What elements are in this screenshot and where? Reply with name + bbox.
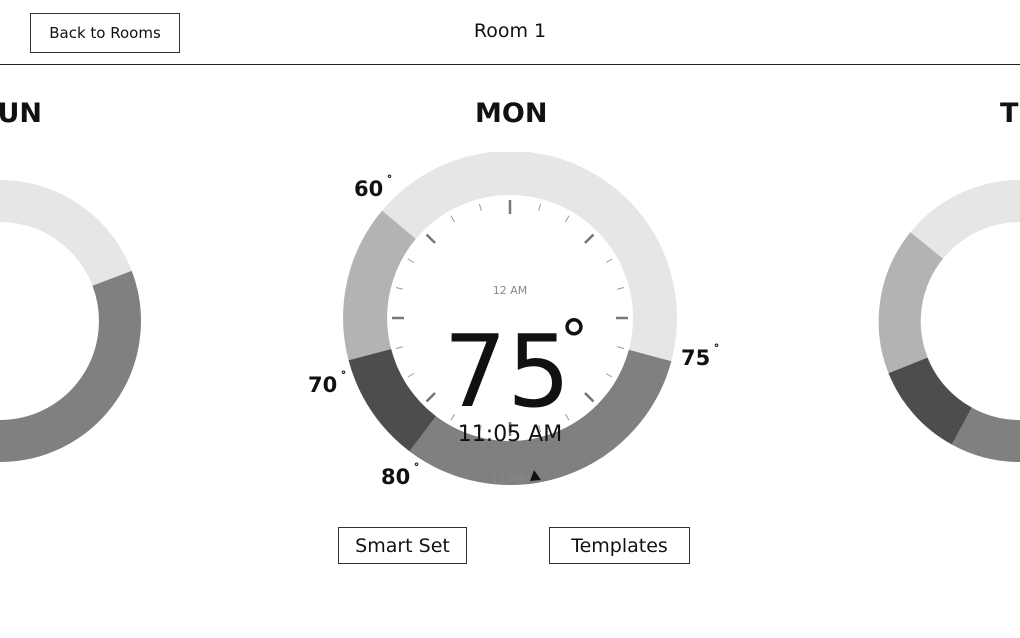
next-ring-segment-mid — [951, 407, 1020, 463]
dial-tick — [584, 392, 595, 403]
page-title: Room 1 — [473, 20, 547, 42]
setpoint-label-60[interactable]: 60 ˚ — [354, 175, 393, 201]
prev-ring-segment-mid — [0, 270, 141, 462]
next-ring-segment-dark — [888, 356, 973, 445]
next-ring-segment-medium — [878, 232, 944, 374]
day-carousel: SUN MON 12 AM 12 PM 75 ° 11:05 AM 60˚ 75… — [0, 66, 1020, 638]
degree-70: ˚ — [340, 371, 347, 386]
dial-tick — [425, 233, 436, 244]
dial-tick — [605, 373, 613, 378]
dial-tick — [617, 346, 625, 350]
degree-60: ˚ — [386, 175, 393, 190]
smart-set-button[interactable]: Smart Set — [338, 527, 467, 564]
setpoint-label-75[interactable]: 75 ˚ — [681, 344, 720, 370]
dial-tick — [425, 392, 436, 403]
day-label-current: MON — [475, 98, 548, 129]
dial-tick — [617, 286, 625, 290]
dial-tick — [407, 258, 415, 263]
dial-tick — [478, 203, 482, 211]
day-label-prev[interactable]: SUN — [0, 98, 42, 129]
degree-75: ˚ — [713, 344, 720, 359]
dial-tick — [407, 373, 415, 378]
templates-button[interactable]: Templates — [549, 527, 690, 564]
dial-tick — [395, 286, 403, 290]
dial-label-12pm: 12 PM — [491, 473, 525, 486]
dial-tick — [584, 233, 595, 244]
prev-day-dial[interactable] — [0, 161, 160, 481]
setpoint-value-70: 70 — [308, 373, 338, 397]
current-temperature-degree: ° — [560, 309, 588, 374]
dial-label-12am: 12 AM — [493, 284, 528, 297]
dial-tick — [605, 258, 613, 263]
dial-tick — [450, 215, 455, 223]
thermostat-dial[interactable]: 12 AM 12 PM 75 ° 11:05 AM — [340, 152, 680, 492]
setpoint-value-75: 75 — [681, 346, 711, 370]
current-time: 11:05 AM — [458, 422, 562, 447]
top-bar: Back to Rooms Room 1 — [0, 0, 1020, 65]
degree-80: ˚ — [413, 463, 420, 478]
dial-tick — [565, 215, 570, 223]
dial-tick — [538, 203, 542, 211]
next-day-dial[interactable] — [860, 161, 1020, 481]
day-label-next[interactable]: TUE — [1000, 98, 1020, 129]
dial-tick — [395, 346, 403, 350]
dial-segment-60 — [343, 210, 417, 361]
current-temperature: 75 — [443, 313, 570, 430]
setpoint-label-70[interactable]: 70 ˚ — [308, 371, 347, 397]
setpoint-value-80: 80 — [381, 465, 411, 489]
setpoint-label-80[interactable]: 80 ˚ — [381, 463, 420, 489]
setpoint-value-60: 60 — [354, 177, 384, 201]
dial-segment-70 — [348, 348, 437, 452]
